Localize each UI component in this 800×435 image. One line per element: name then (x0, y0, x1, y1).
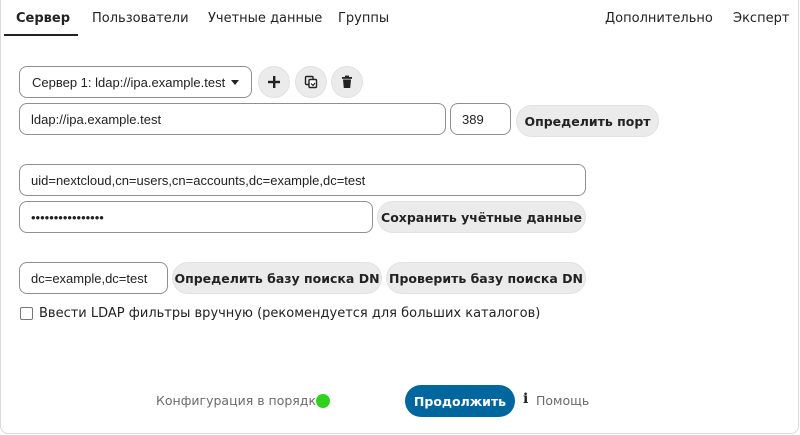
host-field[interactable]: ldap://ipa.example.test (19, 103, 446, 135)
manual-filters-checkbox[interactable] (20, 307, 33, 320)
info-icon: i (523, 391, 529, 407)
tab-server[interactable]: Сервер (16, 11, 70, 26)
server-select[interactable]: Сервер 1: ldap://ipa.example.test (19, 66, 252, 98)
trash-icon (342, 75, 352, 88)
active-tab-indicator (4, 34, 78, 36)
tab-expert[interactable]: Эксперт (733, 11, 789, 26)
test-base-dn-button[interactable]: Проверить базу поиска DN (386, 262, 586, 294)
port-field[interactable]: 389 (450, 103, 511, 135)
detect-port-button[interactable]: Определить порт (516, 105, 659, 137)
copy-server-button[interactable] (295, 66, 327, 98)
delete-server-button[interactable] (331, 66, 363, 98)
plus-icon (268, 76, 280, 88)
config-status-text: Конфигурация в порядке (156, 393, 324, 408)
add-server-button[interactable] (258, 66, 290, 98)
tab-credentials[interactable]: Учетные данные (208, 11, 322, 26)
status-ok-indicator (316, 394, 330, 408)
password-field[interactable]: •••••••••••••••• (19, 201, 373, 233)
copy-icon (304, 75, 318, 89)
save-credentials-button[interactable]: Сохранить учётные данные (377, 201, 586, 233)
manual-filters-label: Ввести LDAP фильтры вручную (рекомендует… (39, 306, 541, 321)
continue-button[interactable]: Продолжить (405, 385, 515, 417)
tab-advanced[interactable]: Дополнительно (605, 11, 713, 26)
detect-base-dn-button[interactable]: Определить базу поиска DN (172, 262, 382, 294)
server-select-value: Сервер 1: ldap://ipa.example.test (32, 74, 226, 90)
user-dn-field[interactable]: uid=nextcloud,cn=users,cn=accounts,dc=ex… (19, 164, 586, 196)
tab-users[interactable]: Пользователи (92, 11, 189, 26)
base-dn-field[interactable]: dc=example,dc=test (19, 262, 168, 294)
chevron-down-icon (231, 80, 239, 85)
tab-groups[interactable]: Группы (338, 11, 389, 26)
help-link[interactable]: Помощь (536, 393, 589, 408)
